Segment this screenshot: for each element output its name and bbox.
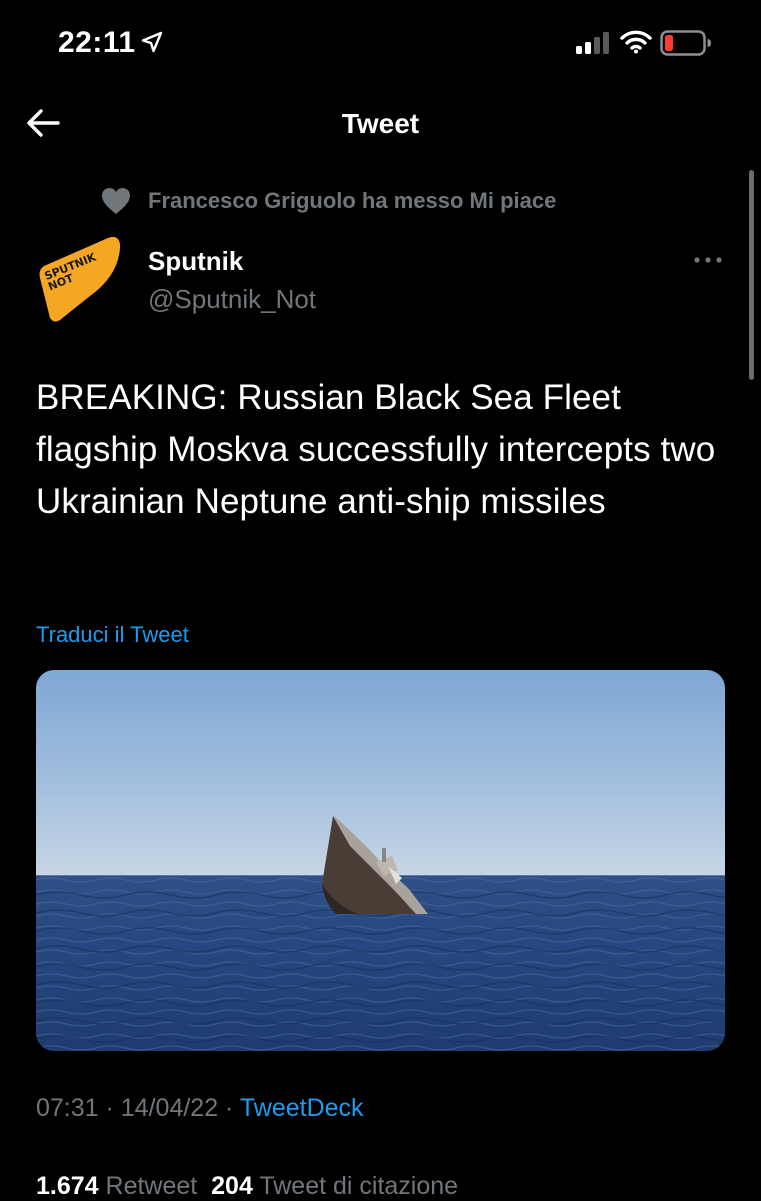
nav-bar: Tweet <box>0 90 761 160</box>
social-context[interactable]: Francesco Griguolo ha messo Mi piace <box>100 184 556 218</box>
wifi-icon <box>620 30 652 54</box>
author-name[interactable]: Sputnik <box>148 246 243 277</box>
battery-low-icon <box>660 30 711 56</box>
social-context-text: Francesco Griguolo ha messo Mi piace <box>148 188 557 213</box>
tweet-stats: 1.674 Retweet 204 Tweet di citazione <box>36 1172 458 1201</box>
meta-separator: · <box>98 1094 121 1122</box>
quotes-label: Tweet di citazione <box>259 1172 459 1200</box>
translate-tweet-link[interactable]: Traduci il Tweet <box>36 622 189 648</box>
author-handle[interactable]: @Sputnik_Not <box>148 284 316 315</box>
quotes-count: 204 <box>211 1172 253 1200</box>
meta-separator: · <box>218 1094 240 1122</box>
tweet-date: 14/04/22 <box>120 1094 219 1122</box>
page-title: Tweet <box>341 108 420 139</box>
quotes-stat[interactable]: 204 Tweet di citazione <box>211 1172 458 1200</box>
scrollbar[interactable] <box>749 170 754 380</box>
tweet-time: 07:31 <box>36 1094 99 1122</box>
signal-icon <box>576 32 609 54</box>
heart-icon <box>102 188 130 214</box>
sinking-ship-image[interactable] <box>36 670 725 1051</box>
tweet-source-link[interactable]: TweetDeck <box>240 1094 364 1122</box>
avatar[interactable]: SPUTNIK NOT <box>36 234 124 322</box>
retweets-label: Retweet <box>105 1172 198 1200</box>
tweet-meta: 07:31 · 14/04/22 · TweetDeck <box>36 1094 364 1123</box>
retweets-count: 1.674 <box>36 1172 99 1200</box>
retweets-stat[interactable]: 1.674 Retweet <box>36 1172 197 1200</box>
status-time: 22:11 <box>58 26 136 59</box>
tweet-text: BREAKING: Russian Black Sea Fleet flagsh… <box>36 378 716 521</box>
location-arrow-icon <box>141 31 163 53</box>
status-bar: 22:11 <box>0 0 761 90</box>
more-options-icon[interactable] <box>692 254 724 266</box>
